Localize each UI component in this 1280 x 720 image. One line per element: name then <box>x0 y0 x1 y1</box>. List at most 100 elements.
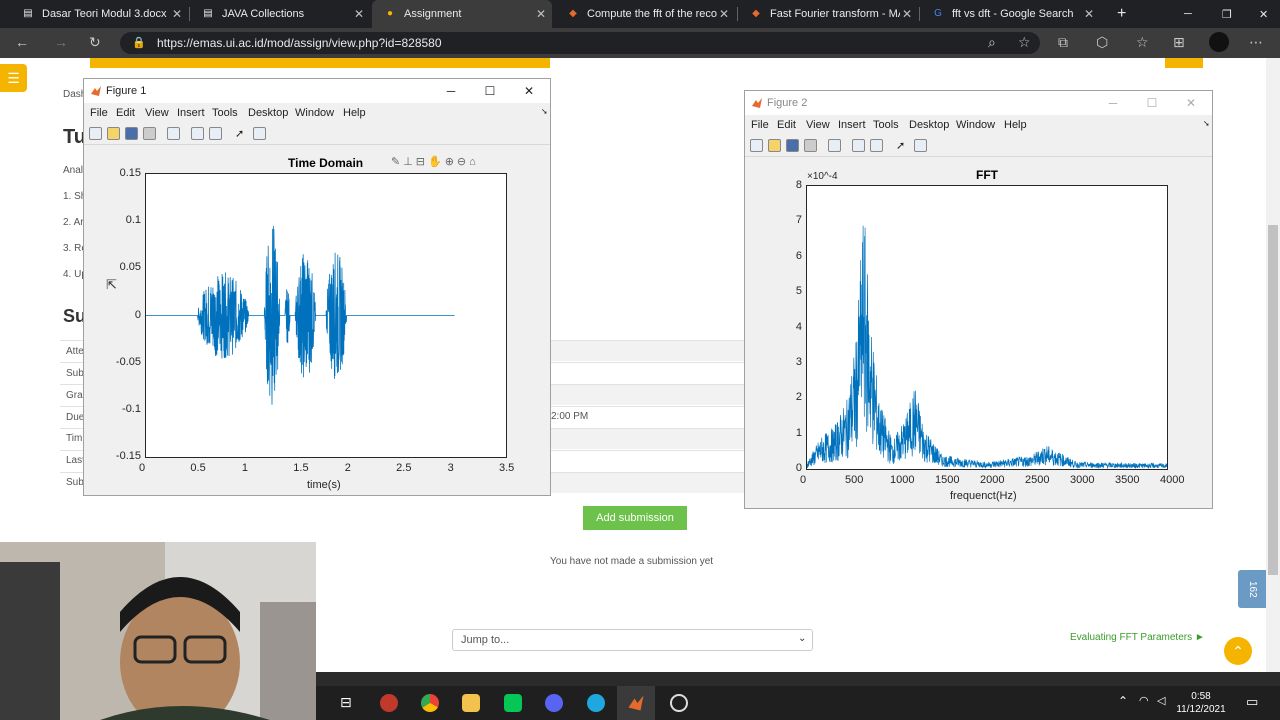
print-icon[interactable] <box>143 127 156 140</box>
tab-dasar-teori[interactable]: ▤ Dasar Teori Modul 3.docx ✕ <box>10 0 188 28</box>
tab-fast-fourier[interactable]: ◆ Fast Fourier transform - MAT ✕ <box>738 0 918 28</box>
open-icon[interactable] <box>768 139 781 152</box>
mouse-cursor-icon: ⇱ <box>106 277 117 292</box>
menu-help[interactable]: Help <box>1004 119 1027 131</box>
scrollbar-thumb[interactable] <box>1268 225 1278 575</box>
menu-file[interactable]: File <box>90 107 108 119</box>
tab-title: Fast Fourier transform - MAT <box>770 8 900 20</box>
dock-arrow-icon[interactable]: ➘ <box>1203 119 1210 128</box>
forward-icon[interactable]: → <box>54 34 68 50</box>
link-plot-icon[interactable] <box>167 127 180 140</box>
wifi-icon[interactable]: ◠ <box>1139 694 1149 707</box>
property-editor-icon[interactable] <box>253 127 266 140</box>
minimize-window-icon[interactable]: ─ <box>1172 0 1202 28</box>
puzzle-icon[interactable]: ⬡ <box>1096 34 1108 51</box>
close-tab-icon[interactable]: ✕ <box>536 7 546 21</box>
favorite-icon[interactable]: ☆ <box>1018 34 1031 51</box>
pointer-icon[interactable]: ➚ <box>235 127 248 140</box>
link-plot-icon[interactable] <box>828 139 841 152</box>
tab-google-search[interactable]: G fft vs dft - Google Search ✕ <box>920 0 1100 28</box>
back-icon[interactable]: ← <box>15 34 29 50</box>
obs-icon[interactable] <box>670 694 688 712</box>
menu-insert[interactable]: Insert <box>838 119 866 131</box>
discord-icon[interactable] <box>545 694 563 712</box>
figure-1-titlebar[interactable]: Figure 1 ─ ☐ ✕ <box>84 79 550 103</box>
close-tab-icon[interactable]: ✕ <box>902 7 912 21</box>
new-figure-icon[interactable] <box>89 127 102 140</box>
open-icon[interactable] <box>107 127 120 140</box>
jump-to-select[interactable]: Jump to... <box>452 629 813 651</box>
volume-icon[interactable]: ◁ <box>1157 694 1165 707</box>
chevron-down-icon: ⌄ <box>798 633 807 644</box>
time-domain-axes[interactable] <box>145 173 507 458</box>
colorbar-icon[interactable] <box>852 139 865 152</box>
tab-compute-fft[interactable]: ◆ Compute the fft of the recon ✕ <box>555 0 735 28</box>
menu-help[interactable]: Help <box>343 107 366 119</box>
close-icon[interactable]: ✕ <box>1176 91 1206 115</box>
favorites-bar-icon[interactable]: ☆ <box>1136 34 1149 51</box>
close-tab-icon[interactable]: ✕ <box>719 7 729 21</box>
menu-tools[interactable]: Tools <box>873 119 899 131</box>
menu-tools[interactable]: Tools <box>212 107 238 119</box>
add-submission-button[interactable]: Add submission <box>583 506 687 530</box>
legend-icon[interactable] <box>870 139 883 152</box>
new-figure-icon[interactable] <box>750 139 763 152</box>
tab-assignment[interactable]: ● Assignment ✕ <box>372 0 552 28</box>
fft-axes[interactable] <box>806 185 1168 470</box>
chrome-icon[interactable] <box>421 694 439 712</box>
minimize-icon[interactable]: ─ <box>1098 91 1128 115</box>
menu-desktop[interactable]: Desktop <box>248 107 288 119</box>
maximize-window-icon[interactable]: ❐ <box>1210 0 1240 28</box>
extension-icon[interactable]: ⧉ <box>1058 34 1068 51</box>
menu-view[interactable]: View <box>806 119 830 131</box>
axes-toolbar[interactable]: ✎⊥⊟✋⊕⊖⌂ <box>391 155 479 168</box>
drawer-menu-button[interactable]: ☰ <box>0 64 27 92</box>
save-icon[interactable] <box>125 127 138 140</box>
maximize-icon[interactable]: ☐ <box>475 79 505 103</box>
profile-avatar[interactable] <box>1209 32 1229 52</box>
next-activity-link[interactable]: Evaluating FFT Parameters ► <box>1070 632 1205 643</box>
more-options-icon[interactable]: ⋯ <box>1249 34 1263 51</box>
menu-view[interactable]: View <box>145 107 169 119</box>
zoom-icon[interactable]: ⌕ <box>988 34 996 51</box>
menu-window[interactable]: Window <box>956 119 995 131</box>
menu-desktop[interactable]: Desktop <box>909 119 949 131</box>
reload-icon[interactable]: ↻ <box>89 34 101 51</box>
minimize-icon[interactable]: ─ <box>436 79 466 103</box>
tab-java-collections[interactable]: ▤ JAVA Collections ✕ <box>190 0 370 28</box>
figure-1-window[interactable]: Figure 1 ─ ☐ ✕ File Edit View Insert Too… <box>83 78 551 496</box>
tray-expand-icon[interactable]: ⌃ <box>1118 694 1128 708</box>
menu-file[interactable]: File <box>751 119 769 131</box>
dock-arrow-icon[interactable]: ➘ <box>541 107 548 116</box>
property-editor-icon[interactable] <box>914 139 927 152</box>
menu-edit[interactable]: Edit <box>116 107 135 119</box>
menu-window[interactable]: Window <box>295 107 334 119</box>
app-icon[interactable] <box>380 694 398 712</box>
file-explorer-icon[interactable] <box>462 694 480 712</box>
pointer-icon[interactable]: ➚ <box>896 139 909 152</box>
close-tab-icon[interactable]: ✕ <box>172 7 182 21</box>
figure-2-window[interactable]: Figure 2 ─ ☐ ✕ File Edit View Insert Too… <box>744 90 1213 509</box>
back-to-top-button[interactable]: ⌃ <box>1224 637 1252 665</box>
legend-icon[interactable] <box>209 127 222 140</box>
close-window-icon[interactable]: ✕ <box>1247 0 1277 28</box>
maximize-icon[interactable]: ☐ <box>1137 91 1167 115</box>
side-badge[interactable]: 162 <box>1238 570 1266 608</box>
colorbar-icon[interactable] <box>191 127 204 140</box>
task-view-icon[interactable]: ⊟ <box>340 694 352 711</box>
menu-edit[interactable]: Edit <box>777 119 796 131</box>
edge-icon[interactable] <box>587 694 605 712</box>
menu-insert[interactable]: Insert <box>177 107 205 119</box>
notification-icon[interactable]: ▭ <box>1246 694 1258 710</box>
print-icon[interactable] <box>804 139 817 152</box>
url-text[interactable]: https://emas.ui.ac.id/mod/assign/view.ph… <box>157 36 442 50</box>
figure-2-titlebar[interactable]: Figure 2 ─ ☐ ✕ <box>745 91 1212 115</box>
new-tab-button[interactable]: + <box>1105 0 1135 28</box>
close-icon[interactable]: ✕ <box>514 79 544 103</box>
save-icon[interactable] <box>786 139 799 152</box>
line-app-icon[interactable] <box>504 694 522 712</box>
close-tab-icon[interactable]: ✕ <box>1084 7 1094 21</box>
collections-icon[interactable]: ⊞ <box>1173 34 1185 51</box>
close-tab-icon[interactable]: ✕ <box>354 7 364 21</box>
system-clock[interactable]: 0:58 11/12/2021 <box>1175 690 1227 716</box>
